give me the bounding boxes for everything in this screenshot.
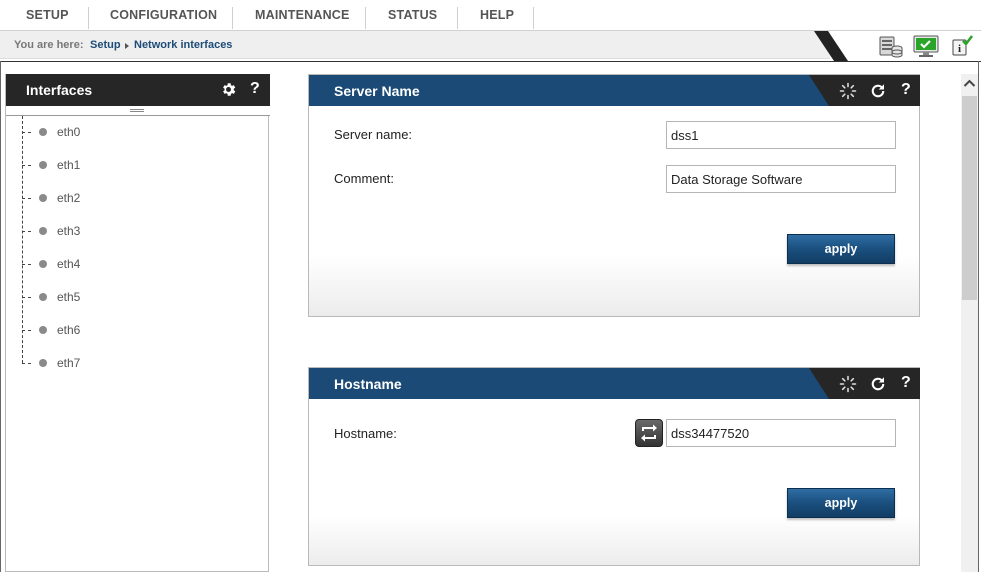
menu-divider bbox=[365, 7, 366, 29]
interface-eth3[interactable]: eth3 bbox=[22, 221, 222, 241]
loading-spinner-icon bbox=[839, 375, 857, 393]
breadcrumb: You are here: Setup Network interfaces i bbox=[0, 31, 981, 61]
status-dot-icon bbox=[39, 161, 47, 169]
interface-label: eth2 bbox=[57, 191, 81, 205]
interfaces-panel-header: Interfaces ? bbox=[6, 74, 270, 106]
gear-icon[interactable] bbox=[220, 81, 237, 98]
interface-label: eth5 bbox=[57, 290, 81, 304]
refresh-icon[interactable] bbox=[869, 375, 887, 393]
menu-divider bbox=[232, 7, 233, 29]
interface-label: eth3 bbox=[57, 224, 81, 238]
menu-configuration[interactable]: CONFIGURATION bbox=[110, 0, 217, 30]
menu-divider bbox=[533, 7, 534, 29]
interface-label: eth7 bbox=[57, 356, 81, 370]
status-dot-icon bbox=[39, 293, 47, 301]
hostname-panel-title: Hostname bbox=[334, 376, 402, 392]
hostname-label: Hostname: bbox=[334, 426, 397, 441]
interface-eth4[interactable]: eth4 bbox=[22, 254, 222, 274]
interface-eth7[interactable]: eth7 bbox=[22, 353, 222, 373]
interface-eth6[interactable]: eth6 bbox=[22, 320, 222, 340]
refresh-icon[interactable] bbox=[869, 82, 887, 100]
interface-eth0[interactable]: eth0 bbox=[22, 122, 222, 142]
status-dot-icon bbox=[39, 260, 47, 268]
hostname-apply-button[interactable]: apply bbox=[787, 488, 895, 518]
status-dot-icon bbox=[39, 194, 47, 202]
breadcrumb-current[interactable]: Network interfaces bbox=[134, 39, 232, 51]
svg-text:i: i bbox=[958, 43, 961, 55]
app-window: SETUP CONFIGURATION MAINTENANCE STATUS H… bbox=[0, 0, 981, 572]
menu-divider bbox=[457, 7, 458, 29]
server-name-help-icon[interactable]: ? bbox=[901, 81, 911, 99]
status-dot-icon bbox=[39, 326, 47, 334]
database-icon[interactable] bbox=[878, 34, 904, 60]
hostname-panel: Hostname ? Hostname: apply bbox=[308, 367, 920, 566]
interface-label: eth4 bbox=[57, 257, 81, 271]
interface-eth2[interactable]: eth2 bbox=[22, 188, 222, 208]
breadcrumb-corner-decoration bbox=[814, 31, 848, 61]
comment-label: Comment: bbox=[334, 171, 394, 186]
interface-eth5[interactable]: eth5 bbox=[22, 287, 222, 307]
status-dot-icon bbox=[39, 359, 47, 367]
main-menu-bar: SETUP CONFIGURATION MAINTENANCE STATUS H… bbox=[0, 0, 981, 31]
breadcrumb-link-setup[interactable]: Setup bbox=[90, 39, 121, 51]
breadcrumb-arrow-icon bbox=[125, 43, 129, 49]
status-dot-icon bbox=[39, 227, 47, 235]
comment-input[interactable] bbox=[666, 165, 896, 193]
interfaces-help-icon[interactable]: ? bbox=[250, 80, 260, 98]
menu-setup[interactable]: SETUP bbox=[26, 0, 69, 30]
monitor-check-icon[interactable] bbox=[912, 35, 940, 59]
menu-status[interactable]: STATUS bbox=[388, 0, 437, 30]
panel-resize-handle[interactable] bbox=[6, 106, 270, 116]
interface-label: eth1 bbox=[57, 158, 81, 172]
server-name-apply-button[interactable]: apply bbox=[787, 234, 895, 264]
content-top-border bbox=[0, 61, 981, 62]
interfaces-panel: Interfaces ? eth0 eth1 eth2 eth3 eth4 et… bbox=[5, 74, 270, 572]
interface-label: eth6 bbox=[57, 323, 81, 337]
server-name-label: Server name: bbox=[334, 127, 413, 142]
scrollbar-thumb[interactable] bbox=[962, 96, 977, 300]
server-name-panel: Server Name ? Server name: Comment: appl… bbox=[308, 74, 920, 317]
loading-spinner-icon bbox=[839, 82, 857, 100]
menu-help[interactable]: HELP bbox=[480, 0, 514, 30]
content-left-border bbox=[0, 61, 1, 572]
vertical-scrollbar[interactable] bbox=[961, 74, 978, 572]
hostname-help-icon[interactable]: ? bbox=[901, 374, 911, 392]
interface-label: eth0 bbox=[57, 125, 81, 139]
swap-arrows-icon bbox=[641, 424, 657, 442]
breadcrumb-prefix: You are here: bbox=[14, 39, 84, 51]
interface-eth1[interactable]: eth1 bbox=[22, 155, 222, 175]
scroll-up-arrow-icon[interactable] bbox=[961, 74, 978, 94]
server-name-panel-title: Server Name bbox=[334, 83, 420, 99]
server-name-input[interactable] bbox=[666, 121, 896, 149]
menu-maintenance[interactable]: MAINTENANCE bbox=[255, 0, 350, 30]
generate-hostname-button[interactable] bbox=[635, 419, 663, 447]
interfaces-panel-title: Interfaces bbox=[26, 82, 93, 98]
info-check-icon[interactable]: i bbox=[950, 35, 974, 57]
content-right-border bbox=[978, 61, 979, 572]
status-dot-icon bbox=[39, 128, 47, 136]
menu-divider bbox=[88, 7, 89, 29]
hostname-input[interactable] bbox=[666, 419, 896, 447]
